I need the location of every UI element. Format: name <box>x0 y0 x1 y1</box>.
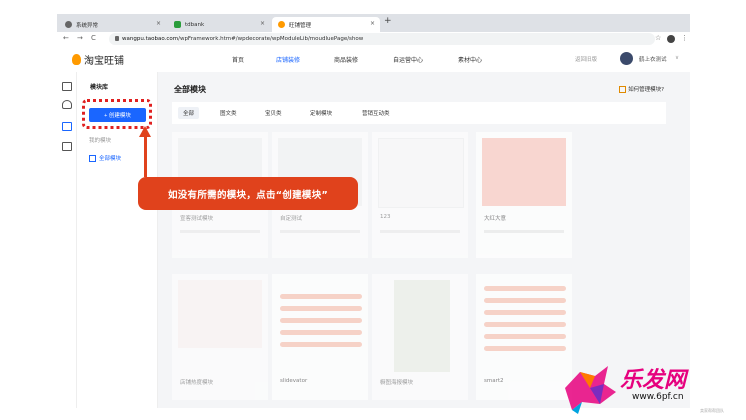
module-meta <box>380 230 460 233</box>
module-name: 123 <box>380 214 391 220</box>
username[interactable]: 鹤上衣测试 <box>639 55 667 63</box>
preview-bar <box>484 346 566 351</box>
avatar[interactable] <box>620 52 633 65</box>
watermark-url: www.6pf.cn <box>632 392 684 402</box>
module-thumbnail <box>378 138 464 208</box>
back-button[interactable]: ← <box>63 34 69 42</box>
back-to-old-version-link[interactable]: 返回旧版 <box>575 55 597 63</box>
monitor-icon[interactable] <box>62 142 72 151</box>
close-tab-icon[interactable]: × <box>156 20 161 27</box>
arrow-head-icon <box>139 126 151 137</box>
module-name: 大红大意 <box>484 216 507 222</box>
preview-bar <box>484 298 566 303</box>
arrow-line <box>144 137 147 177</box>
module-thumbnail <box>394 280 450 372</box>
browser-tab-label: tdbank <box>185 21 205 28</box>
reload-button[interactable]: C <box>91 34 96 42</box>
taobao-icon <box>278 21 285 28</box>
page-title: 全部模块 <box>174 85 206 94</box>
taobao-logo-icon <box>72 54 81 65</box>
module-card[interactable]: 123 <box>372 132 468 258</box>
module-meta <box>180 230 260 233</box>
browser-tab-label: 旺铺管理 <box>289 22 312 29</box>
nav-item-shop-decoration[interactable]: 店铺装修 <box>276 55 300 64</box>
my-modules-label[interactable]: 我的模块 <box>89 136 111 144</box>
address-bar-row: ← → C wangpu.taobao.com/wpFramework.htm#… <box>57 32 690 48</box>
url-path: /wpFramework.htm#/wpdecorate/wpModuleLib… <box>178 36 364 42</box>
module-name: slidevator <box>280 378 308 384</box>
preview-bar <box>280 294 362 299</box>
url-input[interactable]: wangpu.taobao.com/wpFramework.htm#/wpdec… <box>109 33 655 45</box>
preview-bar <box>484 310 566 315</box>
profile-icon[interactable] <box>667 35 675 43</box>
module-meta <box>280 230 360 233</box>
top-nav: 淘宝旺铺 首页 店铺装修 商品装修 自运营中心 素材中心 返回旧版 鹤上衣测试 … <box>57 47 690 73</box>
page-icon[interactable] <box>62 82 72 91</box>
browser-tab-label: 系统异常 <box>76 22 99 29</box>
layers-icon[interactable] <box>62 100 72 109</box>
module-name: 自定测试 <box>280 216 303 222</box>
preview-bar <box>280 342 362 347</box>
chevron-down-icon[interactable]: ∨ <box>675 55 679 61</box>
watermark-small: 卖家帮帮团队 <box>700 408 724 413</box>
close-tab-icon[interactable]: × <box>370 20 375 27</box>
left-icon-rail <box>57 72 77 408</box>
all-modules-label: 全部模块 <box>99 156 122 162</box>
nav-item-material-center[interactable]: 素材中心 <box>458 55 482 64</box>
grid-icon <box>89 155 96 162</box>
new-tab-button[interactable]: + <box>384 16 392 26</box>
module-name: smart2 <box>484 378 504 384</box>
panel-title: 模块库 <box>90 84 109 91</box>
help-label: 如何管理模块? <box>628 87 664 93</box>
module-card[interactable]: 店铺热度模块 <box>172 274 268 400</box>
bookmark-star-icon[interactable]: ☆ <box>655 34 661 42</box>
module-card[interactable]: smart2 <box>476 274 572 400</box>
preview-bar <box>280 330 362 335</box>
module-card[interactable]: 大红大意 <box>476 132 572 258</box>
tdbank-icon <box>174 21 181 28</box>
module-thumbnail <box>482 138 566 206</box>
module-icon[interactable] <box>62 122 72 131</box>
help-link[interactable]: 如何管理模块? <box>619 85 664 93</box>
browser-tab-bar: 系统异常 × tdbank × 旺铺管理 × + <box>57 14 690 32</box>
preview-bar <box>484 286 566 291</box>
all-modules-link[interactable]: 全部模块 <box>89 154 121 162</box>
help-icon <box>619 86 627 93</box>
module-card[interactable]: 橱图海报模块 <box>372 274 468 400</box>
tab-marketing[interactable]: 营销互动类 <box>362 109 390 117</box>
browser-tab-0[interactable]: 系统异常 × <box>59 17 166 32</box>
globe-icon <box>65 21 72 28</box>
module-name: 店铺热度模块 <box>180 380 214 386</box>
preview-bar <box>280 306 362 311</box>
tab-product[interactable]: 宝贝类 <box>265 109 282 117</box>
nav-item-product-decoration[interactable]: 商品装修 <box>334 55 358 64</box>
brand-name: 淘宝旺铺 <box>84 56 124 67</box>
tab-all[interactable]: 全部 <box>178 107 200 119</box>
nav-item-home[interactable]: 首页 <box>232 55 244 64</box>
preview-bar <box>484 334 566 339</box>
brand-logo[interactable]: 淘宝旺铺 <box>72 52 124 67</box>
browser-tab-2[interactable]: 旺铺管理 × <box>272 17 380 32</box>
nav-item-self-operation[interactable]: 自运营中心 <box>393 55 423 64</box>
lock-icon <box>115 36 119 41</box>
watermark-brand: 乐发网 <box>620 368 687 393</box>
browser-tab-1[interactable]: tdbank × <box>168 17 270 32</box>
module-thumbnail <box>178 280 262 348</box>
tab-image-text[interactable]: 图文类 <box>220 109 237 117</box>
tutorial-callout: 如没有所需的模块，点击“创建模块” <box>138 177 358 210</box>
filter-tabs: 全部 图文类 宝贝类 定制模块 营销互动类 <box>172 102 666 124</box>
module-library-panel: 模块库 + 创建模块 我的模块 全部模块 <box>77 72 158 408</box>
preview-bar <box>280 318 362 323</box>
module-name: 宣客测试模块 <box>180 216 214 222</box>
module-name: 橱图海报模块 <box>380 380 414 386</box>
browser-menu-icon[interactable]: ⋮ <box>681 34 688 42</box>
preview-bar <box>484 322 566 327</box>
tab-custom[interactable]: 定制模块 <box>310 109 332 117</box>
forward-button[interactable]: → <box>77 34 83 42</box>
module-meta <box>484 230 564 233</box>
close-tab-icon[interactable]: × <box>260 20 265 27</box>
module-card[interactable]: slidevator <box>272 274 368 400</box>
url-host: wangpu.taobao.com <box>122 36 179 42</box>
create-module-button[interactable]: + 创建模块 <box>89 108 146 122</box>
